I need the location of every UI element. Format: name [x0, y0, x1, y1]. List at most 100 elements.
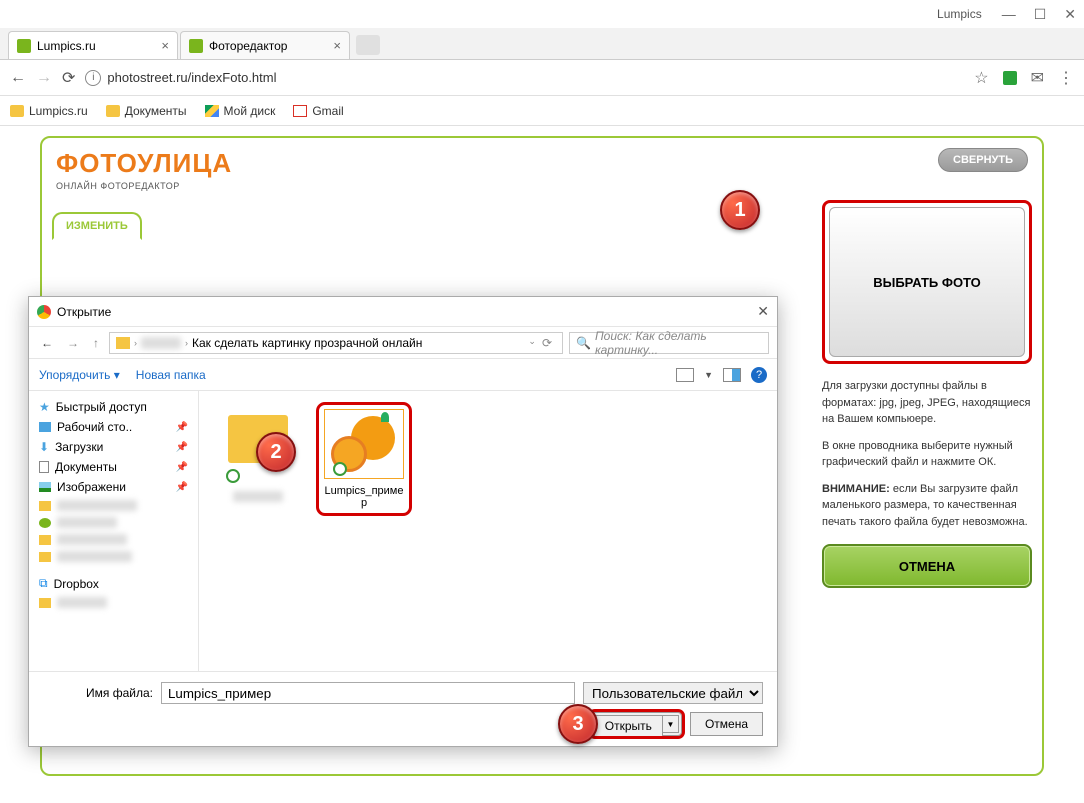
bookmark-gmail[interactable]: Gmail — [293, 104, 343, 118]
gmail-icon — [293, 105, 307, 117]
sidebar-documents[interactable]: Документы📌 — [33, 457, 194, 477]
search-field[interactable]: 🔍 Поиск: Как сделать картинку... — [569, 332, 769, 354]
file-item-selected[interactable]: Lumpics_пример — [319, 405, 409, 513]
star-icon[interactable]: ☆ — [974, 68, 988, 88]
sidebar-item-blurred[interactable] — [33, 514, 194, 531]
open-button[interactable]: Открыть — [594, 715, 663, 737]
folder-icon — [39, 598, 51, 608]
tab-lumpics[interactable]: Lumpics.ru × — [8, 31, 178, 59]
file-name-label: Имя файла: — [43, 686, 153, 700]
mail-icon[interactable]: ✉ — [1031, 68, 1044, 88]
help-icon[interactable]: ? — [751, 367, 767, 383]
open-button-highlight: Открыть ▼ — [591, 712, 682, 736]
sidebar-desktop[interactable]: Рабочий сто..📌 — [33, 417, 194, 437]
dialog-cancel-button[interactable]: Отмена — [690, 712, 763, 736]
cancel-button[interactable]: ОТМЕНА — [822, 544, 1032, 588]
dialog-toolbar: Упорядочить ▾ Новая папка ▼ ? — [29, 359, 777, 391]
browser-tabbar: Lumpics.ru × Фоторедактор × — [0, 28, 1084, 60]
nav-up-icon[interactable]: ↑ — [89, 336, 103, 350]
nav-back-icon[interactable]: ← — [37, 336, 57, 350]
minimize-icon[interactable]: — — [1002, 6, 1016, 23]
dialog-nav: ← → ↑ › › Как сделать картинку прозрачно… — [29, 327, 777, 359]
file-name-input[interactable] — [161, 682, 575, 704]
sidebar-downloads[interactable]: ⬇Загрузки📌 — [33, 437, 194, 457]
collapse-button[interactable]: СВЕРНУТЬ — [938, 148, 1028, 172]
extension-icon[interactable] — [1003, 71, 1017, 85]
sidebar-item-blurred[interactable] — [33, 594, 194, 611]
window-title: Lumpics — [937, 7, 982, 21]
new-folder-button[interactable]: Новая папка — [136, 368, 206, 382]
change-tab[interactable]: ИЗМЕНИТЬ — [52, 212, 142, 240]
tab-close-icon[interactable]: × — [333, 38, 341, 53]
file-open-dialog: Открытие ✕ ← → ↑ › › Как сделать картинк… — [28, 296, 778, 747]
file-type-select[interactable]: Пользовательские файлы — [583, 682, 763, 704]
path-field[interactable]: › › Как сделать картинку прозрачной онла… — [109, 332, 563, 354]
tab-photoeditor[interactable]: Фоторедактор × — [180, 31, 350, 59]
annotation-badge-2: 2 — [256, 432, 296, 472]
folder-icon — [10, 105, 24, 117]
hint-explorer: В окне проводника выберите нужный графич… — [822, 438, 1032, 471]
bookmark-documents[interactable]: Документы — [106, 104, 187, 118]
forward-button[interactable]: → — [36, 69, 52, 87]
dialog-footer: Имя файла: Пользовательские файлы Открыт… — [29, 671, 777, 746]
favicon-icon — [189, 39, 203, 53]
right-panel: ВЫБРАТЬ ФОТО Для загрузки доступны файлы… — [822, 200, 1032, 588]
app-logo: ФОТОУЛИЦА ОНЛАЙН ФОТОРЕДАКТОР — [56, 148, 232, 191]
dialog-sidebar: ★Быстрый доступ Рабочий сто..📌 ⬇Загрузки… — [29, 391, 199, 671]
annotation-badge-1: 1 — [720, 190, 760, 230]
path-refresh-icon[interactable]: ⟳ — [538, 336, 556, 350]
menu-icon[interactable]: ⋮ — [1058, 68, 1074, 88]
pin-icon: 📌 — [176, 422, 188, 433]
path-segment-blurred — [141, 337, 181, 349]
url-text: photostreet.ru/indexFoto.html — [107, 70, 276, 85]
url-field[interactable]: i photostreet.ru/indexFoto.html — [85, 70, 964, 86]
sidebar-item-blurred[interactable] — [33, 497, 194, 514]
sidebar-item-blurred[interactable] — [33, 548, 194, 565]
star-icon: ★ — [39, 400, 50, 414]
back-button[interactable]: ← — [10, 69, 26, 87]
instructions-text: Для загрузки доступны файлы в форматах: … — [822, 378, 1032, 530]
chevron-down-icon[interactable]: ⌄ — [528, 336, 536, 350]
sidebar-item-blurred[interactable] — [33, 531, 194, 548]
tab-close-icon[interactable]: × — [161, 38, 169, 53]
sync-badge-icon — [333, 462, 347, 476]
logo-title: ФОТОУЛИЦА — [56, 148, 232, 179]
maximize-icon[interactable]: ☐ — [1034, 6, 1047, 23]
sidebar-quick-access[interactable]: ★Быстрый доступ — [33, 397, 194, 417]
site-info-icon[interactable]: i — [85, 70, 101, 86]
desktop-icon — [39, 422, 51, 432]
bookmark-drive[interactable]: Мой диск — [205, 104, 276, 118]
dialog-close-icon[interactable]: ✕ — [757, 303, 769, 320]
open-dropdown-icon[interactable]: ▼ — [663, 715, 679, 733]
sidebar-images[interactable]: Изображени📌 — [33, 477, 194, 497]
folder-icon — [39, 535, 51, 545]
bookmark-lumpics[interactable]: Lumpics.ru — [10, 104, 88, 118]
reload-button[interactable]: ⟳ — [62, 68, 75, 88]
favicon-icon — [17, 39, 31, 53]
folder-icon — [116, 337, 130, 349]
select-photo-button[interactable]: ВЫБРАТЬ ФОТО — [829, 207, 1025, 357]
nav-forward-icon[interactable]: → — [63, 336, 83, 350]
sidebar-dropbox[interactable]: ⧉Dropbox — [33, 573, 194, 594]
search-placeholder: Поиск: Как сделать картинку... — [595, 329, 762, 357]
new-tab-button[interactable] — [356, 35, 380, 55]
hint-warning: ВНИМАНИЕ: если Вы загрузите файл маленьк… — [822, 481, 1032, 531]
view-mode-button[interactable] — [676, 368, 694, 382]
document-icon — [39, 461, 49, 473]
address-bar: ← → ⟳ i photostreet.ru/indexFoto.html ☆ … — [0, 60, 1084, 96]
file-label-blurred — [233, 491, 283, 502]
close-icon[interactable]: ✕ — [1064, 6, 1076, 23]
folder-icon — [106, 105, 120, 117]
preview-pane-button[interactable] — [723, 368, 741, 382]
file-list: Lumpics_пример — [199, 391, 777, 671]
select-photo-highlight: ВЫБРАТЬ ФОТО — [822, 200, 1032, 364]
chevron-down-icon[interactable]: ▼ — [704, 370, 713, 380]
chrome-icon — [37, 305, 51, 319]
hint-formats: Для загрузки доступны файлы в форматах: … — [822, 378, 1032, 428]
annotation-badge-3: 3 — [558, 704, 598, 744]
logo-subtitle: ОНЛАЙН ФОТОРЕДАКТОР — [56, 181, 232, 191]
download-icon: ⬇ — [39, 440, 49, 454]
folder-icon — [39, 518, 51, 528]
organize-button[interactable]: Упорядочить ▾ — [39, 368, 120, 382]
pin-icon: 📌 — [176, 482, 188, 493]
